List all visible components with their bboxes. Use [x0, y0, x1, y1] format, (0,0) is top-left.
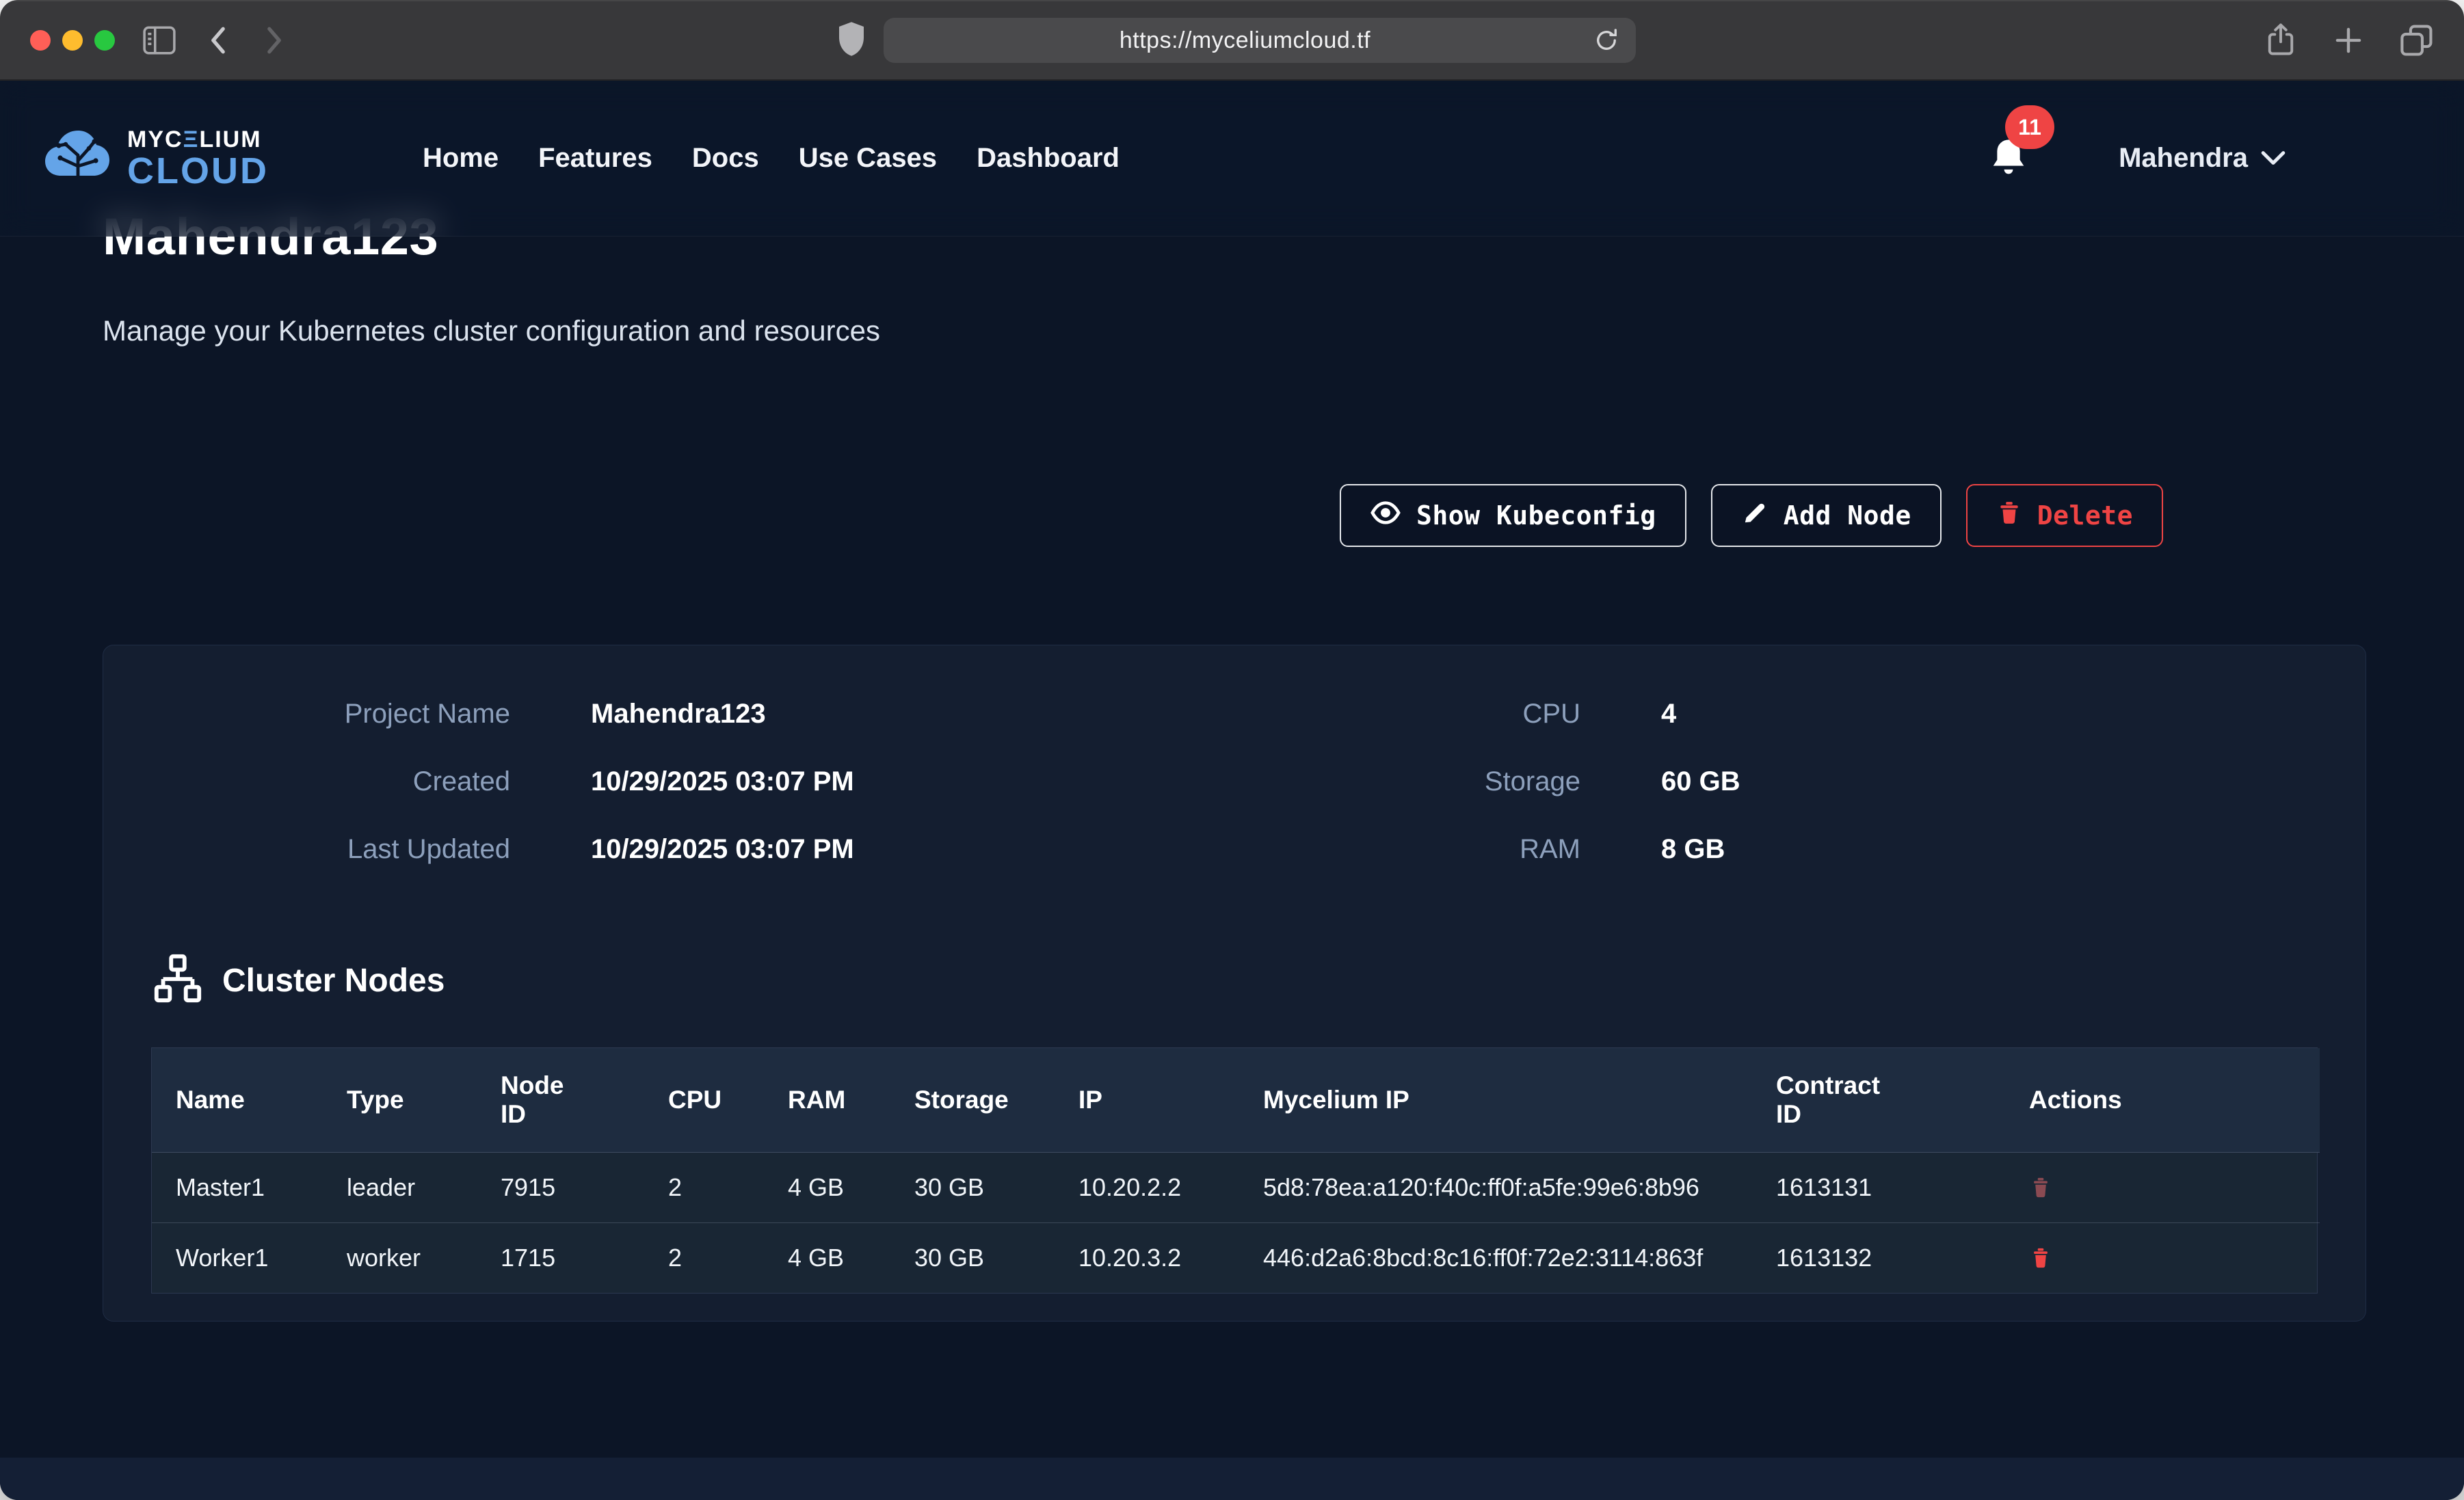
cell-storage: 30 GB — [890, 1153, 1055, 1223]
bell-icon — [1987, 171, 2030, 181]
storage-label: Storage — [1187, 766, 1580, 797]
user-name: Mahendra — [2119, 143, 2248, 174]
cpu-label: CPU — [1187, 699, 1580, 729]
notification-count-badge: 11 — [2005, 105, 2054, 149]
privacy-shield-icon — [836, 21, 867, 61]
cell-ram: 4 GB — [764, 1223, 890, 1294]
col-actions: Actions — [2005, 1048, 2320, 1153]
cpu-value: 4 — [1580, 699, 2318, 729]
page: MYCΞLIUM CLOUD Home Features Docs Use Ca… — [0, 81, 2464, 1500]
cluster-nodes-table: Name Type Node ID CPU RAM Storage IP Myc… — [151, 1047, 2318, 1294]
cluster-actions: Show Kubeconfig Add Node — [103, 484, 2366, 547]
col-name: Name — [152, 1048, 323, 1153]
nav-link-docs[interactable]: Docs — [692, 143, 759, 173]
delete-node-button[interactable] — [2029, 1175, 2052, 1200]
top-navbar: MYCΞLIUM CLOUD Home Features Docs Use Ca… — [0, 81, 2464, 237]
brand-wordmark: MYCΞLIUM CLOUD — [127, 128, 269, 189]
nav-link-dashboard[interactable]: Dashboard — [977, 143, 1120, 173]
cell-node-id: 7915 — [477, 1153, 644, 1223]
mycelium-cloud-logo-icon — [41, 125, 115, 191]
table-row: Worker1 worker 1715 2 4 GB 30 GB 10.20.3… — [152, 1223, 2320, 1294]
cell-type: leader — [323, 1153, 477, 1223]
cell-ram: 4 GB — [764, 1153, 890, 1223]
toolbar-right-icons — [2264, 23, 2434, 58]
user-menu[interactable]: Mahendra — [2119, 143, 2286, 174]
maximize-window-button[interactable] — [94, 30, 115, 51]
cell-ip: 10.20.2.2 — [1055, 1153, 1239, 1223]
cell-mycelium-ip: 5d8:78ea:a120:f40c:ff0f:a5fe:99e6:8b96 — [1239, 1153, 1752, 1223]
nav-link-home[interactable]: Home — [423, 143, 499, 173]
cell-name: Master1 — [152, 1153, 323, 1223]
project-info-grid: Project Name Mahendra123 CPU 4 Created 1… — [151, 699, 2318, 865]
ram-label: RAM — [1187, 834, 1580, 865]
col-node-id: Node ID — [477, 1048, 644, 1153]
delete-node-button[interactable] — [2029, 1246, 2052, 1270]
url-field[interactable]: https://myceliumcloud.tf — [884, 18, 1636, 63]
cell-cpu: 2 — [644, 1153, 764, 1223]
eye-icon — [1370, 499, 1401, 533]
trash-icon — [1996, 499, 2022, 533]
cell-storage: 30 GB — [890, 1223, 1055, 1294]
url-text: https://myceliumcloud.tf — [899, 27, 1592, 54]
tab-overview-icon[interactable] — [2400, 24, 2434, 57]
browser-toolbar: https://myceliumcloud.tf — [0, 0, 2464, 81]
show-kubeconfig-button[interactable]: Show Kubeconfig — [1340, 484, 1686, 547]
cell-ip: 10.20.3.2 — [1055, 1223, 1239, 1294]
chevron-down-icon — [2260, 143, 2286, 174]
nav-link-features[interactable]: Features — [538, 143, 652, 173]
last-updated-label: Last Updated — [151, 834, 510, 865]
table-row: Master1 leader 7915 2 4 GB 30 GB 10.20.2… — [152, 1153, 2320, 1223]
storage-value: 60 GB — [1580, 766, 2318, 797]
cluster-nodes-heading: Cluster Nodes — [151, 952, 2318, 1009]
nav-links: Home Features Docs Use Cases Dashboard — [423, 143, 1120, 174]
minimize-window-button[interactable] — [62, 30, 83, 51]
col-ip: IP — [1055, 1048, 1239, 1153]
col-storage: Storage — [890, 1048, 1055, 1153]
col-type: Type — [323, 1048, 477, 1153]
network-nodes-icon — [151, 952, 204, 1009]
reload-icon[interactable] — [1592, 26, 1621, 55]
page-subtitle: Manage your Kubernetes cluster configura… — [103, 314, 2366, 347]
cell-name: Worker1 — [152, 1223, 323, 1294]
nav-link-use-cases[interactable]: Use Cases — [799, 143, 937, 173]
cell-cpu: 2 — [644, 1223, 764, 1294]
created-label: Created — [151, 766, 510, 797]
col-ram: RAM — [764, 1048, 890, 1153]
table-header-row: Name Type Node ID CPU RAM Storage IP Myc… — [152, 1048, 2320, 1153]
sidebar-toggle-icon[interactable] — [142, 25, 176, 55]
ram-value: 8 GB — [1580, 834, 2318, 865]
forward-button[interactable] — [260, 24, 289, 57]
project-name-value: Mahendra123 — [510, 699, 1187, 729]
browser-window: https://myceliumcloud.tf — [0, 0, 2464, 1500]
address-bar-zone: https://myceliumcloud.tf — [316, 18, 2237, 63]
back-button[interactable] — [204, 24, 233, 57]
cell-type: worker — [323, 1223, 477, 1294]
last-updated-value: 10/29/2025 03:07 PM — [510, 834, 1187, 865]
cluster-detail-main: Mahendra123 Manage your Kubernetes clust… — [0, 81, 2464, 1322]
cell-node-id: 1715 — [477, 1223, 644, 1294]
project-card: Project Name Mahendra123 CPU 4 Created 1… — [103, 645, 2366, 1322]
cell-contract-id: 1613132 — [1752, 1223, 2005, 1294]
col-cpu: CPU — [644, 1048, 764, 1153]
pencil-icon — [1741, 499, 1768, 533]
notifications-button[interactable]: 11 — [1987, 135, 2030, 181]
add-node-button[interactable]: Add Node — [1711, 484, 1942, 547]
close-window-button[interactable] — [30, 30, 51, 51]
cell-contract-id: 1613131 — [1752, 1153, 2005, 1223]
col-contract-id: Contract ID — [1752, 1048, 2005, 1153]
new-tab-icon[interactable] — [2333, 25, 2364, 56]
brand-logo[interactable]: MYCΞLIUM CLOUD — [41, 125, 269, 191]
delete-cluster-button[interactable]: Delete — [1966, 484, 2163, 547]
share-icon[interactable] — [2264, 23, 2297, 58]
cell-mycelium-ip: 446:d2a6:8bcd:8c16:ff0f:72e2:3114:863f — [1239, 1223, 1752, 1294]
project-name-label: Project Name — [151, 699, 510, 729]
created-value: 10/29/2025 03:07 PM — [510, 766, 1187, 797]
col-mycelium-ip: Mycelium IP — [1239, 1048, 1752, 1153]
traffic-lights — [30, 30, 115, 51]
footer-band — [0, 1458, 2464, 1500]
